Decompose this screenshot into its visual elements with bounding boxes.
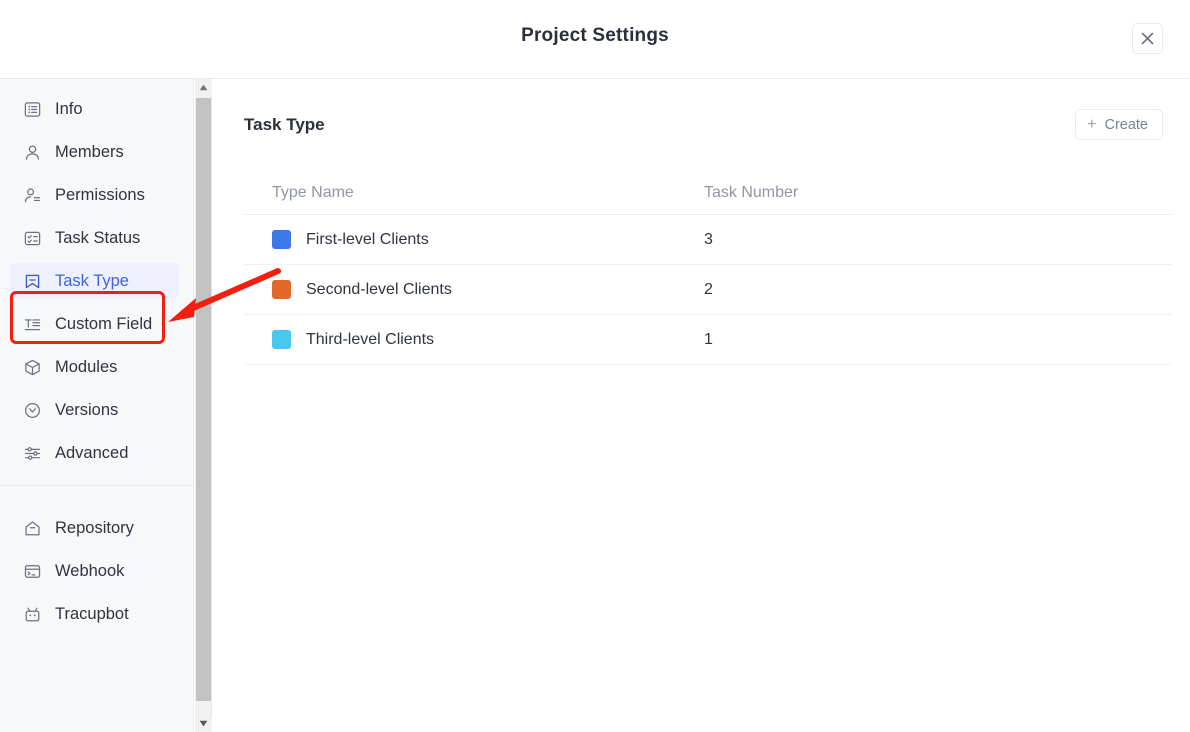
sidebar-item-repository[interactable]: Repository xyxy=(10,510,179,546)
table-row[interactable]: Third-level Clients 1 xyxy=(244,315,1172,365)
color-swatch xyxy=(272,280,291,299)
sidebar-item-webhook[interactable]: Webhook xyxy=(10,553,179,589)
cell-type-name: Second-level Clients xyxy=(244,280,704,299)
panel-title: Task Type xyxy=(244,115,325,134)
sidebar-divider xyxy=(0,485,193,486)
create-button[interactable]: + Create xyxy=(1075,109,1163,140)
person-icon xyxy=(22,142,42,162)
sidebar-item-label: Task Status xyxy=(55,228,141,247)
sidebar-item-label: Permissions xyxy=(55,185,145,204)
color-swatch xyxy=(272,330,291,349)
color-swatch xyxy=(272,230,291,249)
cell-task-number: 2 xyxy=(704,280,713,298)
dialog-header: Project Settings xyxy=(0,0,1190,79)
scrollbar-thumb[interactable] xyxy=(196,98,211,701)
scroll-down-arrow-icon[interactable] xyxy=(195,715,212,732)
task-type-table: Type Name Task Number First-level Client… xyxy=(244,171,1172,365)
page-title: Project Settings xyxy=(521,25,669,46)
sidebar-item-custom-field[interactable]: Custom Field xyxy=(10,306,179,342)
sidebar-item-info[interactable]: Info xyxy=(10,91,179,127)
sidebar-item-label: Task Type xyxy=(55,271,129,290)
sidebar-item-label: Members xyxy=(55,142,124,161)
checklist-box-icon xyxy=(22,228,42,248)
sidebar-group-integrations: Repository Webhook Tracupbot xyxy=(0,498,193,632)
task-type-panel: Task Type + Create Type Name Task Number… xyxy=(213,79,1190,732)
sidebar-item-label: Info xyxy=(55,99,83,118)
type-name-label: First-level Clients xyxy=(306,230,429,248)
sidebar-item-advanced[interactable]: Advanced xyxy=(10,435,179,471)
sidebar-item-task-type[interactable]: Task Type xyxy=(10,263,179,299)
table-header-row: Type Name Task Number xyxy=(244,171,1172,215)
cell-task-number: 3 xyxy=(704,230,713,248)
type-name-label: Third-level Clients xyxy=(306,330,435,348)
sidebar-item-label: Advanced xyxy=(55,443,129,462)
type-name-label: Second-level Clients xyxy=(306,280,452,298)
sidebar-scrollbar[interactable] xyxy=(195,79,212,732)
sidebar-item-label: Webhook xyxy=(55,561,125,580)
clock-chevron-icon xyxy=(22,400,42,420)
list-box-icon xyxy=(22,99,42,119)
terminal-icon xyxy=(22,561,42,581)
cell-type-name: Third-level Clients xyxy=(244,330,704,349)
bookmark-icon xyxy=(22,271,42,291)
table-row[interactable]: Second-level Clients 2 xyxy=(244,265,1172,315)
sidebar-item-label: Modules xyxy=(55,357,118,376)
sidebar-item-members[interactable]: Members xyxy=(10,134,179,170)
person-lines-icon xyxy=(22,185,42,205)
cube-icon xyxy=(22,357,42,377)
panel-header: Task Type + Create xyxy=(244,109,1163,151)
sidebar-item-modules[interactable]: Modules xyxy=(10,349,179,385)
sidebar-item-tracupbot[interactable]: Tracupbot xyxy=(10,596,179,632)
sidebar-item-label: Versions xyxy=(55,400,119,419)
column-header-type-name: Type Name xyxy=(272,183,354,201)
text-field-icon xyxy=(22,314,42,334)
plus-icon: + xyxy=(1087,115,1097,133)
sidebar-item-permissions[interactable]: Permissions xyxy=(10,177,179,213)
sidebar-item-label: Tracupbot xyxy=(55,604,129,623)
column-header-task-number: Task Number xyxy=(704,183,799,201)
sidebar-group-primary: Info Members Permissions Task Status Tas… xyxy=(0,79,193,471)
scroll-up-arrow-icon[interactable] xyxy=(195,79,212,96)
cell-type-name: First-level Clients xyxy=(244,230,704,249)
sidebar-item-task-status[interactable]: Task Status xyxy=(10,220,179,256)
sliders-icon xyxy=(22,443,42,463)
sidebar-item-label: Custom Field xyxy=(55,314,153,333)
repository-icon xyxy=(22,518,42,538)
table-row[interactable]: First-level Clients 3 xyxy=(244,215,1172,265)
settings-sidebar: Info Members Permissions Task Status Tas… xyxy=(0,79,194,732)
robot-icon xyxy=(22,604,42,624)
sidebar-item-label: Repository xyxy=(55,518,134,537)
create-button-label: Create xyxy=(1104,116,1148,133)
project-settings-dialog: Project Settings Info Members Permission… xyxy=(0,0,1190,732)
cell-task-number: 1 xyxy=(704,330,713,348)
sidebar-item-versions[interactable]: Versions xyxy=(10,392,179,428)
close-icon[interactable] xyxy=(1132,23,1163,54)
